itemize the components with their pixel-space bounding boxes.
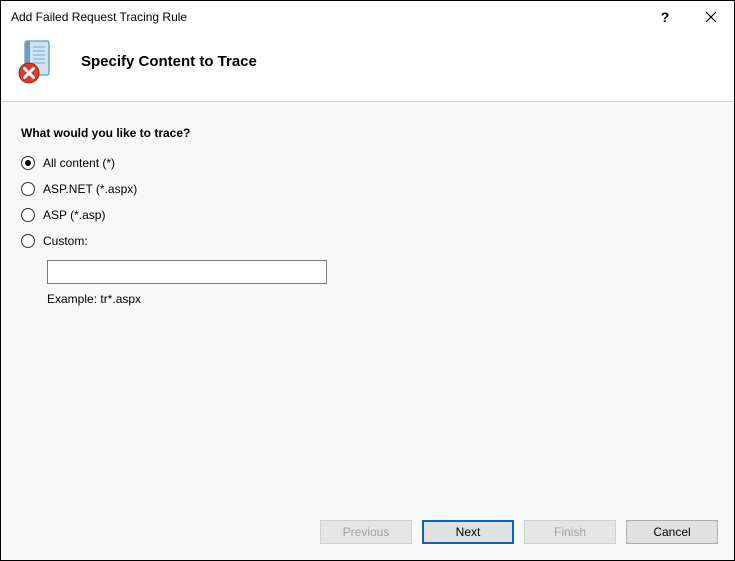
- radio-icon: [21, 182, 35, 196]
- help-button[interactable]: ?: [642, 1, 688, 33]
- wizard-footer: Previous Next Finish Cancel: [1, 510, 734, 560]
- radio-label: Custom:: [43, 234, 88, 248]
- radio-all-content[interactable]: All content (*): [21, 156, 714, 170]
- wizard-body: What would you like to trace? All conten…: [1, 102, 734, 510]
- radio-aspnet[interactable]: ASP.NET (*.aspx): [21, 182, 714, 196]
- cancel-button[interactable]: Cancel: [626, 520, 718, 544]
- button-label: Previous: [343, 525, 390, 539]
- wizard-header: Specify Content to Trace: [1, 33, 734, 102]
- finish-button: Finish: [524, 520, 616, 544]
- button-label: Finish: [554, 525, 586, 539]
- radio-icon: [21, 208, 35, 222]
- previous-button: Previous: [320, 520, 412, 544]
- close-button[interactable]: [688, 1, 734, 33]
- next-button[interactable]: Next: [422, 520, 514, 544]
- custom-pattern-input[interactable]: [47, 260, 327, 284]
- titlebar: Add Failed Request Tracing Rule ?: [1, 1, 734, 33]
- help-icon: ?: [661, 9, 670, 25]
- radio-label: ASP (*.asp): [43, 208, 105, 222]
- window-title: Add Failed Request Tracing Rule: [11, 10, 187, 24]
- wizard-window: Add Failed Request Tracing Rule ?: [0, 0, 735, 561]
- wizard-icon: [15, 39, 63, 87]
- custom-block: Example: tr*.aspx: [47, 260, 714, 306]
- radio-label: All content (*): [43, 156, 115, 170]
- wizard-title: Specify Content to Trace: [81, 53, 257, 74]
- custom-example-text: Example: tr*.aspx: [47, 292, 714, 306]
- button-label: Next: [456, 525, 481, 539]
- radio-label: ASP.NET (*.aspx): [43, 182, 137, 196]
- close-icon: [705, 11, 717, 23]
- radio-custom[interactable]: Custom:: [21, 234, 714, 248]
- radio-asp[interactable]: ASP (*.asp): [21, 208, 714, 222]
- radio-icon: [21, 234, 35, 248]
- radio-icon: [21, 156, 35, 170]
- button-label: Cancel: [653, 525, 690, 539]
- trace-prompt: What would you like to trace?: [21, 126, 714, 140]
